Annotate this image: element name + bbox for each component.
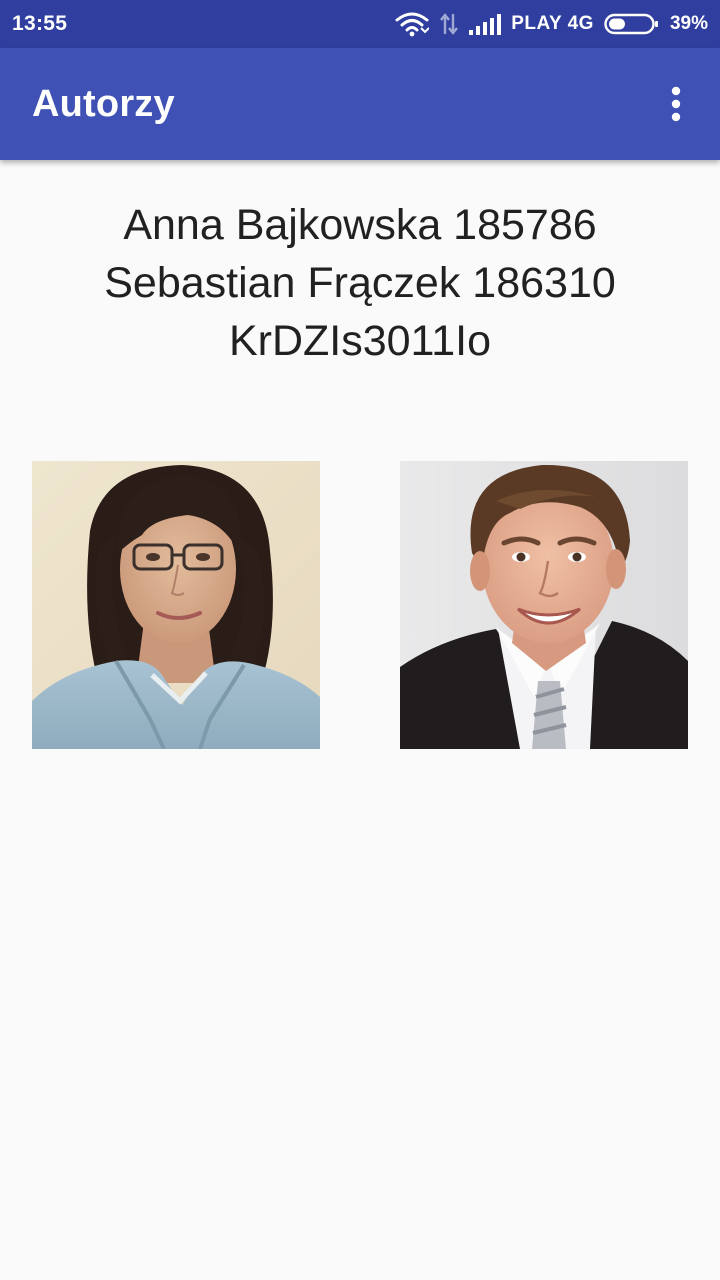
status-bar: 13:55 PLAY 4G 39% [0,0,720,48]
signal-icon [469,13,502,35]
group-code: KrDZIs3011Io [228,317,492,365]
author-photo-sebastian [400,461,688,749]
author-line-sebastian: Sebastian Frączek 186310 [104,259,616,307]
wifi-icon [395,11,430,37]
carrier-label: PLAY 4G [511,13,594,34]
authors-info: Anna Bajkowska 185786 Sebastian Frączek … [0,196,720,370]
app-bar: Autorzy [0,48,720,160]
overflow-menu-button[interactable] [656,76,696,132]
author-photo-anna [32,461,320,749]
author-line-anna: Anna Bajkowska 185786 [123,201,597,249]
status-icons: PLAY 4G 39% [395,11,708,37]
battery-percent: 39% [669,13,708,34]
battery-icon [604,12,660,36]
app-title: Autorzy [32,82,175,125]
status-time: 13:55 [12,12,68,35]
data-arrows-icon [439,12,459,36]
overflow-menu-icon [671,86,681,122]
